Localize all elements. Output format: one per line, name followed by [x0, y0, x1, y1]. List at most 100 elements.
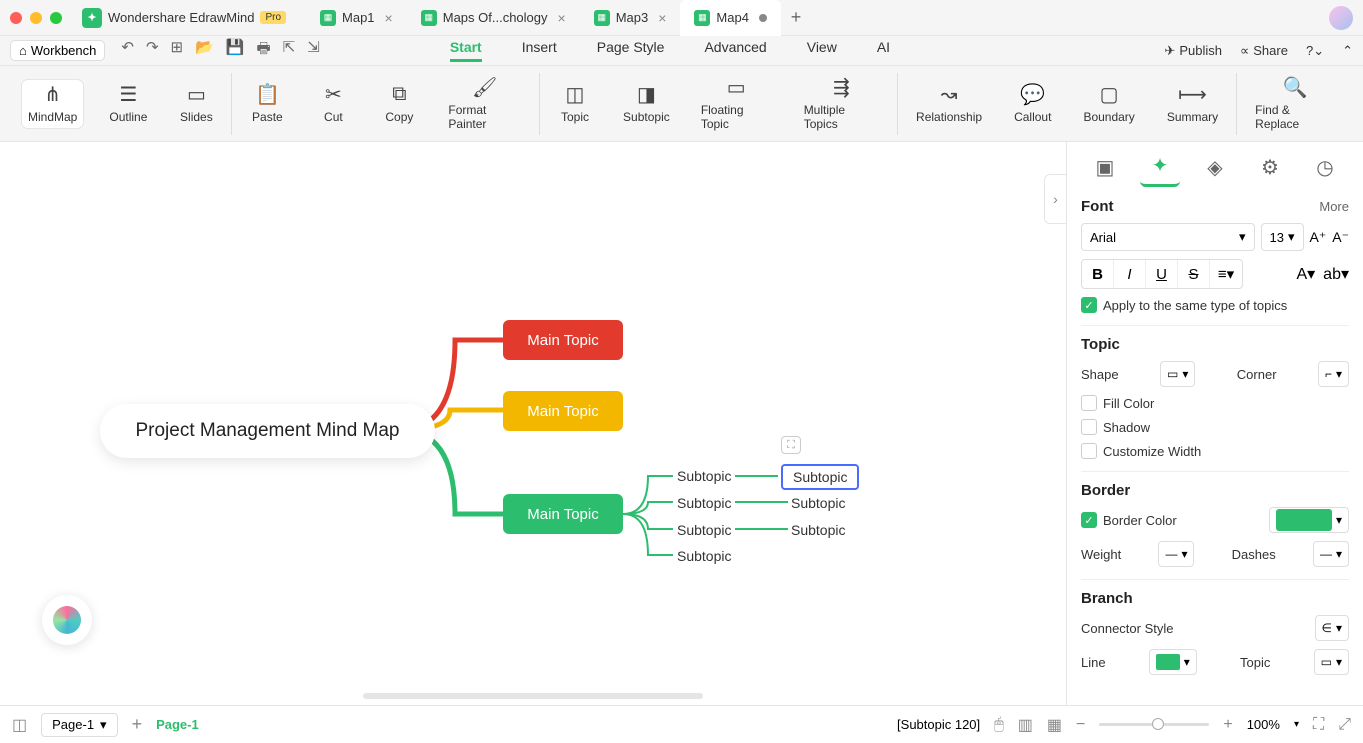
floating-topic-button[interactable]: ▭Floating Topic: [695, 73, 778, 135]
workbench-button[interactable]: ⌂Workbench: [10, 40, 105, 61]
add-tab-button[interactable]: +: [781, 0, 811, 36]
main-topic-2[interactable]: Main Topic: [503, 391, 623, 431]
menu-start[interactable]: Start: [450, 39, 482, 62]
main-topic-1[interactable]: Main Topic: [503, 320, 623, 360]
close-icon[interactable]: ×: [658, 10, 666, 26]
tag-tab-icon[interactable]: ◈: [1195, 147, 1235, 187]
share-button[interactable]: ∝Share: [1240, 43, 1288, 59]
redo-icon[interactable]: ↷: [146, 38, 159, 63]
font-family-select[interactable]: Arial▾: [1081, 223, 1255, 251]
dashes-select[interactable]: —▾: [1313, 541, 1349, 567]
settings-tab-icon[interactable]: ⚙: [1250, 147, 1290, 187]
save-icon[interactable]: 💾: [226, 38, 245, 63]
subtopic-button[interactable]: ◨Subtopic: [618, 80, 675, 128]
tab-map1[interactable]: ▦Map1×: [306, 0, 407, 36]
paste-button[interactable]: 📋Paste: [244, 80, 290, 128]
menu-insert[interactable]: Insert: [522, 39, 557, 62]
zoom-value[interactable]: 100%: [1247, 717, 1280, 732]
zoom-slider[interactable]: [1099, 723, 1209, 726]
font-decrease-icon[interactable]: A⁻: [1332, 229, 1349, 246]
focus-icon[interactable]: ⛶: [781, 436, 801, 454]
menu-view[interactable]: View: [807, 39, 837, 62]
menu-advanced[interactable]: Advanced: [704, 39, 766, 62]
font-more-link[interactable]: More: [1319, 199, 1349, 214]
branch-topic-select[interactable]: ▭▾: [1314, 649, 1349, 675]
tab-map3[interactable]: ▦Map3×: [580, 0, 681, 36]
fit-icon[interactable]: ⛶: [1313, 716, 1324, 734]
zoom-out-icon[interactable]: −: [1076, 716, 1085, 734]
page-selector[interactable]: Page-1▾: [41, 713, 117, 737]
border-color-checkbox[interactable]: ✓: [1081, 512, 1097, 528]
zoom-in-icon[interactable]: +: [1223, 716, 1232, 734]
history-tab-icon[interactable]: ◷: [1305, 147, 1345, 187]
find-replace-button[interactable]: 🔍Find & Replace: [1249, 73, 1341, 135]
callout-button[interactable]: 💬Callout: [1008, 80, 1057, 128]
subtopic-node[interactable]: Subtopic: [677, 495, 731, 511]
subtopic-node[interactable]: Subtopic: [791, 522, 845, 538]
shadow-checkbox[interactable]: [1081, 419, 1097, 435]
subtopic-node[interactable]: Subtopic: [677, 548, 731, 564]
ai-assistant-button[interactable]: [42, 595, 92, 645]
relationship-button[interactable]: ↝Relationship: [910, 80, 988, 128]
undo-icon[interactable]: ↶: [121, 38, 134, 63]
collapse-panel-icon[interactable]: ›: [1044, 174, 1066, 224]
line-color-select[interactable]: ▾: [1149, 649, 1197, 675]
connector-select[interactable]: ∈▾: [1315, 615, 1349, 641]
style-tab-icon[interactable]: ✦: [1140, 147, 1180, 187]
mouse-mode-icon[interactable]: 🖱: [994, 716, 1004, 734]
horizontal-scrollbar[interactable]: [363, 693, 703, 699]
collapse-ribbon-icon[interactable]: ⌃: [1342, 43, 1353, 59]
add-page-button[interactable]: +: [132, 714, 143, 735]
import-icon[interactable]: ⇲: [307, 38, 320, 63]
tab-map4[interactable]: ▦Map4: [680, 0, 781, 36]
zoom-thumb[interactable]: [1152, 718, 1164, 730]
topic-button[interactable]: ◫Topic: [552, 80, 598, 128]
main-topic-3[interactable]: Main Topic: [503, 494, 623, 534]
strike-button[interactable]: S: [1178, 260, 1210, 288]
navigator-icon[interactable]: ▦: [1047, 715, 1062, 735]
font-size-select[interactable]: 13▾: [1261, 223, 1304, 251]
format-painter-button[interactable]: 🖌Format Painter: [442, 73, 527, 135]
copy-button[interactable]: ⧉Copy: [376, 80, 422, 128]
summary-button[interactable]: ⟼Summary: [1161, 80, 1224, 128]
fullscreen-icon[interactable]: ⤢: [1338, 716, 1351, 734]
slides-button[interactable]: ▭Slides: [173, 80, 219, 128]
multiple-topics-button[interactable]: ⇶Multiple Topics: [798, 73, 885, 135]
central-topic[interactable]: Project Management Mind Map: [100, 404, 435, 458]
canvas[interactable]: › Project Management Mind Map Main Topic…: [0, 142, 1066, 705]
customize-width-checkbox[interactable]: [1081, 443, 1097, 459]
layout-tab-icon[interactable]: ▣: [1085, 147, 1125, 187]
tab-maps-of[interactable]: ▦Maps Of...chology×: [407, 0, 580, 36]
fill-color-checkbox[interactable]: [1081, 395, 1097, 411]
panel-toggle-icon[interactable]: ◫: [12, 715, 27, 735]
publish-button[interactable]: ✈Publish: [1164, 43, 1222, 59]
subtopic-node[interactable]: Subtopic: [791, 495, 845, 511]
corner-select[interactable]: ⌐▾: [1318, 361, 1349, 387]
user-avatar[interactable]: [1329, 6, 1353, 30]
font-color-button[interactable]: A▾: [1296, 264, 1315, 284]
close-icon[interactable]: ×: [385, 10, 393, 26]
cut-button[interactable]: ✂Cut: [310, 80, 356, 128]
subtopic-selected[interactable]: Subtopic: [781, 464, 859, 490]
help-icon[interactable]: ?⌄: [1306, 43, 1324, 59]
text-case-button[interactable]: ab▾: [1323, 264, 1349, 284]
subtopic-node[interactable]: Subtopic: [677, 522, 731, 538]
border-color-select[interactable]: ▾: [1269, 507, 1349, 533]
maximize-window[interactable]: [50, 12, 62, 24]
align-button[interactable]: ≡▾: [1210, 260, 1242, 288]
subtopic-node[interactable]: Subtopic: [677, 468, 731, 484]
italic-button[interactable]: I: [1114, 260, 1146, 288]
menu-ai[interactable]: AI: [877, 39, 890, 62]
export-icon[interactable]: ⇱: [283, 38, 296, 63]
outline-button[interactable]: ☰Outline: [103, 80, 153, 128]
bold-button[interactable]: B: [1082, 260, 1114, 288]
shape-select[interactable]: ▭▾: [1160, 361, 1195, 387]
open-icon[interactable]: 📂: [195, 38, 214, 63]
boundary-button[interactable]: ▢Boundary: [1077, 80, 1140, 128]
close-icon[interactable]: ×: [558, 10, 566, 26]
apply-same-type-checkbox[interactable]: ✓: [1081, 297, 1097, 313]
weight-select[interactable]: —▾: [1158, 541, 1194, 567]
close-window[interactable]: [10, 12, 22, 24]
page-tab[interactable]: Page-1: [156, 717, 199, 732]
mindmap-button[interactable]: ⋔MindMap: [22, 80, 83, 128]
